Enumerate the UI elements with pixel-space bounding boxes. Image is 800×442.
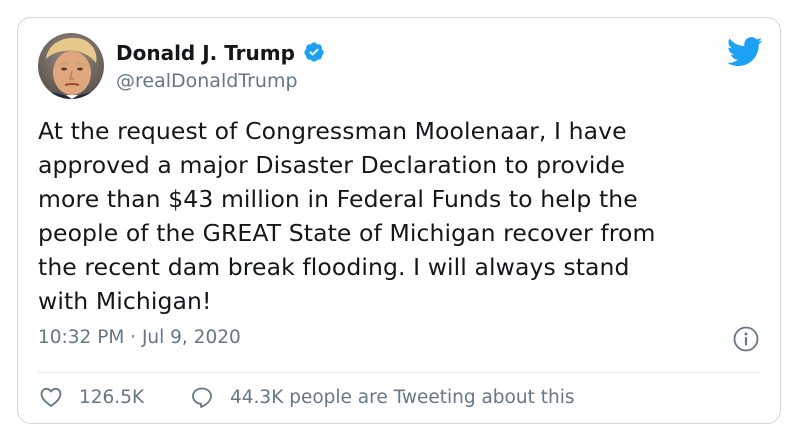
conversation-text: 44.3K people are Tweeting about this bbox=[230, 386, 575, 408]
heart-icon bbox=[40, 387, 62, 407]
tweet-card: Donald J. Trump @realDonaldTrump At the … bbox=[17, 17, 781, 424]
info-icon[interactable] bbox=[733, 326, 759, 352]
verified-badge-icon bbox=[303, 41, 325, 63]
twitter-bird-icon[interactable] bbox=[726, 37, 763, 67]
display-name[interactable]: Donald J. Trump bbox=[116, 41, 295, 65]
speech-bubble-icon bbox=[192, 387, 212, 408]
like-button[interactable]: 126.5K bbox=[39, 384, 144, 410]
tweet-text: At the request of Congressman Moolenaar,… bbox=[38, 117, 656, 315]
like-count: 126.5K bbox=[79, 386, 145, 408]
user-handle[interactable]: @realDonaldTrump bbox=[116, 70, 298, 92]
tweet-timestamp[interactable]: 10:32 PM · Jul 9, 2020 bbox=[38, 327, 241, 348]
divider bbox=[38, 372, 760, 373]
conversation-link[interactable]: 44.3K people are Tweeting about this bbox=[190, 384, 574, 410]
avatar[interactable] bbox=[38, 33, 104, 99]
